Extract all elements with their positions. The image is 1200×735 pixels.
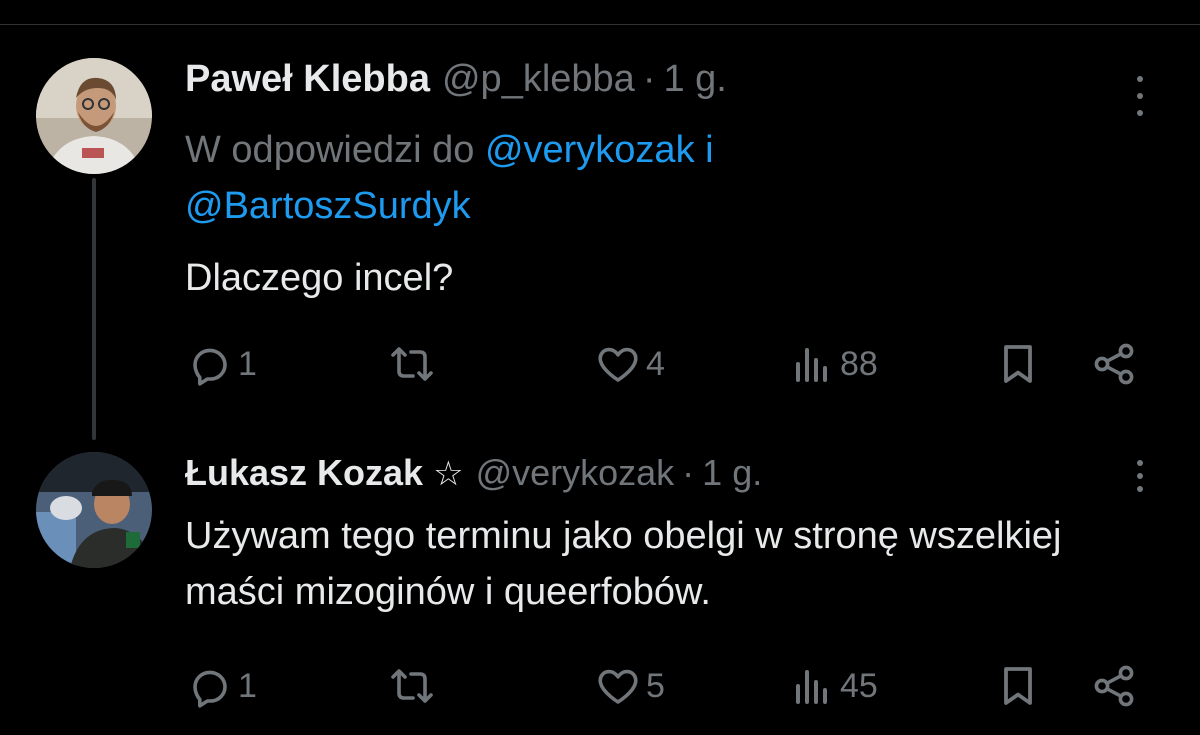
like-button[interactable]: 5 [594, 662, 665, 710]
views-button[interactable]: 45 [788, 662, 878, 710]
more-icon[interactable] [1125, 456, 1155, 496]
share-icon [1094, 665, 1134, 707]
retweet-icon [391, 669, 433, 703]
mention-link[interactable]: @BartoszSurdyk [185, 185, 471, 227]
reply-count: 1 [238, 666, 257, 705]
mention-conjunction: i [694, 129, 714, 171]
avatar-lukasz-kozak[interactable] [36, 452, 152, 568]
retweet-button[interactable] [388, 340, 436, 388]
like-count: 4 [646, 344, 665, 383]
user-handle[interactable]: @verykozak [476, 452, 675, 494]
tweet-1-actions: 1 4 88 [0, 334, 1200, 394]
share-icon [1094, 343, 1134, 385]
retweet-button[interactable] [388, 662, 436, 710]
bookmark-icon [1004, 345, 1032, 383]
display-name[interactable]: Łukasz Kozak [185, 452, 423, 494]
bookmark-button[interactable] [994, 662, 1042, 710]
timestamp[interactable]: 1 g. [663, 58, 726, 101]
reply-icon [193, 670, 227, 708]
user-handle[interactable]: @p_klebba [442, 58, 635, 101]
like-icon [598, 669, 638, 704]
views-icon [796, 670, 827, 704]
bookmark-icon [1004, 667, 1032, 705]
views-icon [796, 348, 827, 382]
timestamp[interactable]: 1 g. [702, 452, 762, 494]
tweet-1-header: Paweł Klebba @p_klebba · 1 g. [185, 58, 727, 101]
share-button[interactable] [1090, 662, 1138, 710]
avatar-pawel-klebba[interactable] [36, 58, 152, 174]
view-count: 45 [840, 666, 878, 705]
retweet-icon [391, 347, 433, 381]
reply-prefix: W odpowiedzi do [185, 129, 485, 171]
like-icon [598, 347, 638, 382]
mention-link[interactable]: @verykozak [485, 129, 695, 171]
tweet-2-header: Łukasz Kozak ☆ @verykozak · 1 g. [185, 452, 762, 494]
reply-button[interactable]: 1 [186, 662, 257, 710]
share-button[interactable] [1090, 340, 1138, 388]
tweet-2-actions: 1 5 45 [0, 656, 1200, 716]
bookmark-button[interactable] [994, 340, 1042, 388]
more-icon[interactable] [1125, 72, 1155, 120]
reply-button[interactable]: 1 [186, 340, 257, 388]
view-count: 88 [840, 344, 878, 383]
like-count: 5 [646, 666, 665, 705]
views-button[interactable]: 88 [788, 340, 878, 388]
tweet-text: Dlaczego incel? [185, 257, 454, 299]
star-badge-icon: ☆ [433, 455, 464, 493]
reply-context: W odpowiedzi do @verykozak i @BartoszSurd… [185, 122, 945, 234]
separator-dot: · [642, 58, 656, 100]
reply-icon [193, 348, 227, 386]
display-name[interactable]: Paweł Klebba [185, 58, 430, 101]
separator-dot: · [682, 452, 695, 493]
thread-connector [92, 178, 96, 440]
top-divider [0, 0, 1200, 25]
tweet-text: Używam tego terminu jako obelgi w stronę… [185, 515, 1062, 613]
like-button[interactable]: 4 [594, 340, 665, 388]
reply-count: 1 [238, 344, 257, 383]
